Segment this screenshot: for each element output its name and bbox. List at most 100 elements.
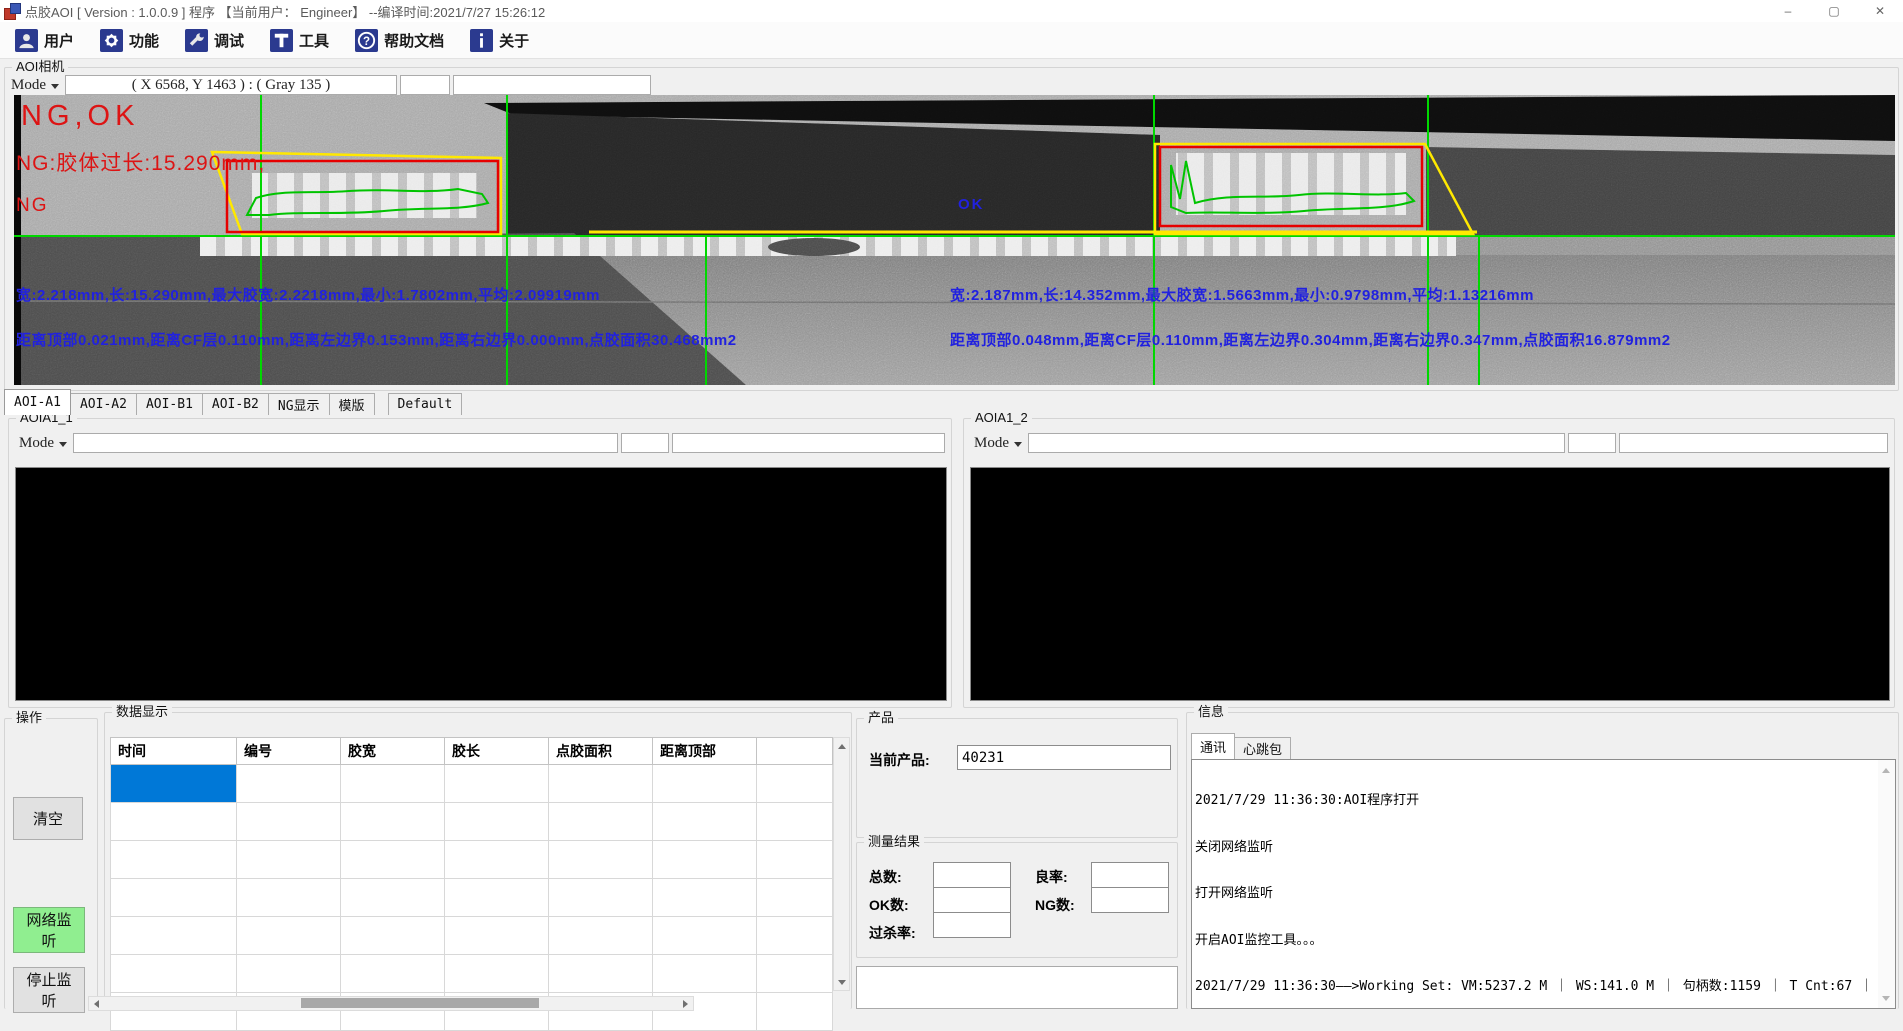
table-cell[interactable] — [653, 841, 757, 879]
table-cell[interactable] — [549, 879, 653, 917]
table-cell[interactable] — [757, 917, 833, 955]
table-cell[interactable] — [757, 879, 833, 917]
help-icon: ? — [355, 29, 378, 52]
camera-reserved-field-1[interactable] — [400, 75, 450, 95]
table-cell[interactable] — [653, 879, 757, 917]
stop-listen-button[interactable]: 停止监听 — [13, 967, 85, 1013]
table-cell[interactable] — [111, 803, 237, 841]
aoia1-2-field-3[interactable] — [1619, 433, 1888, 453]
comm-log[interactable]: 2021/7/29 11:36:30:AOI程序打开 关闭网络监听 打开网络监听… — [1191, 759, 1896, 1009]
camera-image-view[interactable]: NG,OK NG:胶体过长:15.290mm, NG OK 宽:2.218mm,… — [14, 95, 1895, 385]
col-width[interactable]: 胶宽 — [341, 738, 445, 765]
scroll-down-icon[interactable] — [1878, 990, 1893, 1006]
current-product-input[interactable] — [957, 745, 1171, 770]
tab-aoi-a1[interactable]: AOI-A1 — [4, 389, 71, 415]
menu-function[interactable]: 功能 — [91, 26, 168, 55]
scrollbar-thumb[interactable] — [301, 998, 539, 1008]
table-cell[interactable] — [445, 841, 549, 879]
table-cell[interactable] — [237, 765, 341, 803]
aoia1-2-field-2[interactable] — [1568, 433, 1616, 453]
tab-default[interactable]: Default — [388, 393, 463, 415]
table-cell[interactable] — [341, 955, 445, 993]
table-cell[interactable] — [111, 841, 237, 879]
log-line: 2021/7/29 11:36:30——>Working Set: VM:523… — [1195, 979, 1875, 995]
scroll-up-icon[interactable] — [834, 738, 849, 754]
col-top-dist[interactable]: 距离顶部 — [653, 738, 757, 765]
table-cell[interactable] — [445, 879, 549, 917]
table-cell[interactable] — [445, 917, 549, 955]
table-cell[interactable] — [653, 955, 757, 993]
aoia1-2-mode-dropdown[interactable]: Mode — [972, 435, 1028, 452]
table-cell[interactable] — [237, 917, 341, 955]
aoia1-1-field-2[interactable] — [621, 433, 669, 453]
scroll-left-icon[interactable] — [89, 996, 104, 1012]
tab-aoi-b1[interactable]: AOI-B1 — [136, 393, 203, 415]
table-cell[interactable] — [341, 803, 445, 841]
table-cell[interactable] — [757, 803, 833, 841]
table-cell[interactable] — [445, 955, 549, 993]
table-cell[interactable] — [237, 841, 341, 879]
table-vertical-scrollbar[interactable] — [833, 737, 850, 991]
aoia1-2-field-1[interactable] — [1028, 433, 1565, 453]
scroll-right-icon[interactable] — [678, 996, 693, 1012]
table-cell[interactable] — [111, 917, 237, 955]
tab-aoi-a2[interactable]: AOI-A2 — [70, 393, 137, 415]
tab-ng-display[interactable]: NG显示 — [268, 393, 330, 415]
table-cell[interactable] — [111, 955, 237, 993]
aoia1-2-image-view[interactable] — [970, 467, 1890, 701]
scroll-down-icon[interactable] — [834, 974, 849, 990]
table-cell[interactable] — [549, 917, 653, 955]
maximize-button[interactable]: ▢ — [1811, 0, 1857, 22]
table-cell[interactable] — [757, 765, 833, 803]
selected-cell[interactable] — [111, 765, 237, 803]
menu-debug[interactable]: 调试 — [176, 26, 253, 55]
tab-aoi-b2[interactable]: AOI-B2 — [202, 393, 269, 415]
tab-heartbeat[interactable]: 心跳包 — [1234, 737, 1291, 759]
table-cell[interactable] — [653, 765, 757, 803]
table-cell[interactable] — [549, 765, 653, 803]
table-cell[interactable] — [341, 917, 445, 955]
col-time[interactable]: 时间 — [111, 738, 237, 765]
scroll-up-icon[interactable] — [1878, 762, 1893, 778]
table-cell[interactable] — [341, 765, 445, 803]
log-line: 2021/7/29 11:36:30:AOI程序打开 — [1195, 793, 1875, 809]
table-cell[interactable] — [757, 841, 833, 879]
table-cell[interactable] — [445, 803, 549, 841]
col-area[interactable]: 点胶面积 — [549, 738, 653, 765]
table-cell[interactable] — [237, 803, 341, 841]
menu-tools[interactable]: 工具 — [261, 26, 338, 55]
aoia1-1-field-1[interactable] — [73, 433, 618, 453]
table-cell[interactable] — [237, 955, 341, 993]
table-cell[interactable] — [549, 955, 653, 993]
menu-user[interactable]: 用户 — [6, 26, 83, 55]
col-id[interactable]: 编号 — [237, 738, 341, 765]
aoia1-1-field-3[interactable] — [672, 433, 945, 453]
table-cell[interactable] — [653, 917, 757, 955]
close-button[interactable]: ✕ — [1857, 0, 1903, 22]
aoia1-1-image-view[interactable] — [15, 467, 947, 701]
camera-reserved-field-2[interactable] — [453, 75, 651, 95]
table-cell[interactable] — [757, 993, 833, 1031]
menu-help[interactable]: ? 帮助文档 — [346, 26, 453, 55]
clear-button[interactable]: 清空 — [13, 797, 83, 840]
overlay-left-measurements-2: 距离顶部0.021mm,距离CF层0.110mm,距离左边界0.153mm,距离… — [16, 333, 737, 348]
col-length[interactable]: 胶长 — [445, 738, 549, 765]
aoia1-1-mode-dropdown[interactable]: Mode — [17, 435, 73, 452]
camera-mode-dropdown[interactable]: Mode — [9, 77, 65, 94]
table-cell[interactable] — [237, 879, 341, 917]
table-cell[interactable] — [445, 765, 549, 803]
minimize-button[interactable]: – — [1765, 0, 1811, 22]
tab-comm[interactable]: 通讯 — [1191, 733, 1235, 759]
table-cell[interactable] — [757, 955, 833, 993]
table-cell[interactable] — [111, 879, 237, 917]
overkill-label: 过杀率: — [869, 923, 916, 943]
table-cell[interactable] — [341, 879, 445, 917]
log-scrollbar[interactable] — [1878, 760, 1895, 1008]
network-listen-button[interactable]: 网络监听 — [13, 907, 85, 953]
menu-about[interactable]: 关于 — [461, 26, 538, 55]
tab-template[interactable]: 模版 — [329, 393, 375, 415]
table-cell[interactable] — [341, 841, 445, 879]
table-cell[interactable] — [549, 803, 653, 841]
table-cell[interactable] — [653, 803, 757, 841]
table-cell[interactable] — [549, 841, 653, 879]
